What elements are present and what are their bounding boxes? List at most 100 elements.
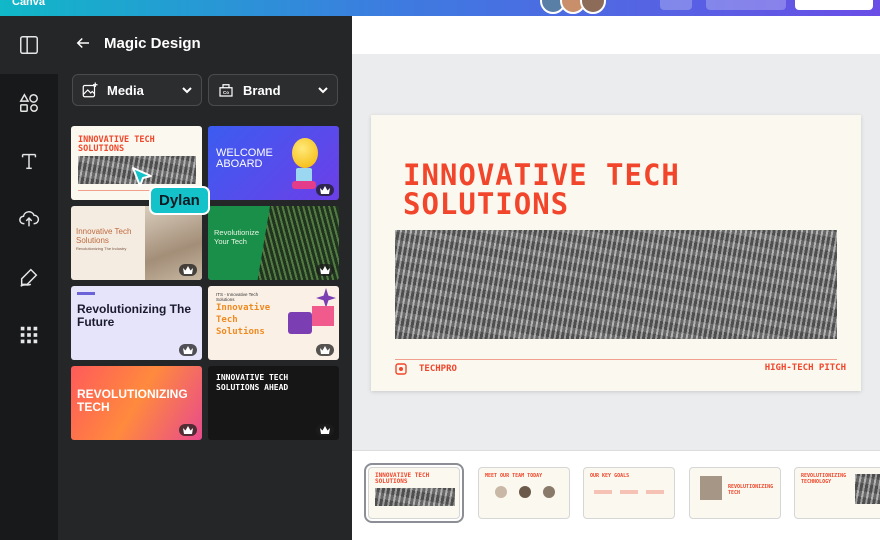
template-subtitle: Revolutionizing The Industry	[76, 246, 127, 251]
media-icon	[82, 82, 98, 98]
page-thumbnail-photo	[700, 476, 722, 500]
template-card[interactable]: Revolutionizing The Future	[71, 286, 202, 360]
avatar[interactable]	[580, 0, 606, 14]
collaborator-label: Dylan	[149, 186, 210, 215]
editor-header: Canva	[0, 0, 880, 16]
media-dropdown[interactable]: Media	[72, 74, 202, 106]
template-title: Innovative Tech Solutions	[216, 303, 271, 337]
brand-logo-icon	[395, 363, 407, 375]
canvas-title[interactable]: INNOVATIVE TECH SOLUTIONS	[403, 161, 843, 219]
rail-item-uploads[interactable]	[0, 190, 58, 248]
rail-item-design[interactable]	[0, 16, 58, 74]
premium-badge	[316, 184, 334, 196]
crown-icon	[183, 426, 193, 434]
collaborator-avatars[interactable]	[540, 0, 606, 14]
crown-icon	[320, 426, 330, 434]
page-thumbnail-photo	[855, 474, 880, 504]
brand-dropdown[interactable]: Co Brand	[208, 74, 338, 106]
template-title: INNOVATIVE TECH SOLUTIONS AHEAD	[216, 373, 289, 392]
lightbulb-icon	[292, 138, 318, 168]
crown-icon	[320, 266, 330, 274]
design-canvas[interactable]: INNOVATIVE TECH SOLUTIONS TECHPRO HIGH-T…	[371, 115, 861, 391]
magic-design-panel: Magic Design Media Co Brand INNOVATIVE T…	[58, 16, 352, 540]
page-thumbnail-title: OUR KEY GOALS	[590, 473, 630, 479]
crown-icon	[320, 186, 330, 194]
premium-badge	[179, 264, 197, 276]
template-logo	[77, 292, 95, 295]
canvas-tagline[interactable]: HIGH-TECH PITCH	[765, 363, 846, 373]
template-title: Revolutionizing The Future	[77, 302, 191, 329]
page-thumbnail-photo	[375, 488, 455, 506]
template-card[interactable]: INNOVATIVE TECH SOLUTIONS AHEAD	[208, 366, 339, 440]
rail-item-text[interactable]	[0, 132, 58, 190]
square-shape	[312, 306, 334, 326]
page-thumbnail[interactable]: OUR KEY GOALS	[583, 467, 675, 519]
brand-kit-icon: Co	[219, 84, 233, 97]
page-thumbnail-title: REVOLUTIONIZING TECH	[728, 484, 774, 496]
canvas-photo[interactable]	[395, 230, 837, 339]
page-thumbnail-title: REVOLUTIONIZING TECHNOLOGY	[801, 473, 847, 485]
brand-label: Brand	[243, 82, 281, 98]
present-button[interactable]	[706, 0, 786, 10]
context-toolbar	[352, 16, 880, 54]
crown-icon	[183, 346, 193, 354]
canva-logo[interactable]: Canva	[12, 0, 45, 8]
uploads-icon	[19, 211, 40, 227]
bulb-base	[296, 168, 312, 182]
bulb-stand	[292, 181, 316, 189]
page-thumbnail[interactable]: INNOVATIVE TECH SOLUTIONS	[364, 463, 464, 523]
crown-icon	[320, 346, 330, 354]
template-subtitle: ITS - Innovative Tech Solutions	[216, 292, 259, 302]
brand-name: TECHPRO	[419, 364, 457, 374]
apps-icon	[20, 326, 38, 344]
premium-badge	[179, 344, 197, 356]
canvas-brand[interactable]: TECHPRO	[395, 363, 457, 375]
panel-header: Magic Design	[74, 32, 201, 54]
goal-line	[594, 490, 612, 494]
goal-line	[646, 490, 664, 494]
rail-item-elements[interactable]	[0, 74, 58, 132]
template-title: WELCOME ABOARD	[216, 147, 273, 170]
template-title: Revolutionize Your Tech	[214, 228, 260, 246]
media-label: Media	[107, 82, 144, 98]
premium-badge	[316, 264, 334, 276]
elements-icon	[19, 93, 38, 112]
crown-icon	[183, 266, 193, 274]
premium-badge	[316, 344, 334, 356]
page-thumbnail-title: INNOVATIVE TECH SOLUTIONS	[375, 472, 430, 485]
page-thumbnail-title: MEET OUR TEAM TODAY	[485, 473, 543, 479]
design-icon	[20, 36, 38, 54]
goal-line	[620, 490, 638, 494]
premium-badge	[316, 424, 334, 436]
chevron-down-icon	[182, 87, 192, 94]
template-card[interactable]: WELCOME ABOARD	[208, 126, 339, 200]
analytics-button[interactable]	[660, 0, 692, 10]
template-card[interactable]: Revolutionize Your Tech	[208, 206, 339, 280]
page-thumbnail[interactable]: REVOLUTIONIZING TECH	[689, 467, 781, 519]
template-title: REVOLUTIONIZING TECH	[77, 387, 188, 414]
panel-title: Magic Design	[104, 34, 201, 52]
template-card[interactable]: Innovative Tech Solutions Revolutionizin…	[71, 206, 202, 280]
chevron-down-icon	[318, 87, 328, 94]
rail-item-draw[interactable]	[0, 248, 58, 306]
team-photo	[519, 486, 531, 498]
sidebar-rail	[0, 16, 58, 540]
team-photo	[495, 486, 507, 498]
template-card[interactable]: ITS - Innovative Tech Solutions Innovati…	[208, 286, 339, 360]
premium-badge	[179, 424, 197, 436]
template-title: Innovative Tech Solutions	[76, 227, 132, 245]
template-title: INNOVATIVE TECH SOLUTIONS	[78, 135, 155, 154]
page-strip: INNOVATIVE TECH SOLUTIONS MEET OUR TEAM …	[352, 450, 880, 540]
svg-text:Co: Co	[223, 90, 229, 95]
back-arrow-icon[interactable]	[74, 34, 92, 52]
share-button[interactable]	[795, 0, 873, 10]
rail-item-apps[interactable]	[0, 306, 58, 364]
text-icon	[21, 153, 37, 170]
page-thumbnail[interactable]: REVOLUTIONIZING TECHNOLOGY	[794, 467, 880, 519]
canvas-divider	[395, 359, 837, 360]
template-card[interactable]: REVOLUTIONIZING TECH	[71, 366, 202, 440]
draw-icon	[20, 268, 38, 287]
page-thumbnail[interactable]: MEET OUR TEAM TODAY	[478, 467, 570, 519]
team-photo	[543, 486, 555, 498]
star-shape	[316, 288, 336, 308]
